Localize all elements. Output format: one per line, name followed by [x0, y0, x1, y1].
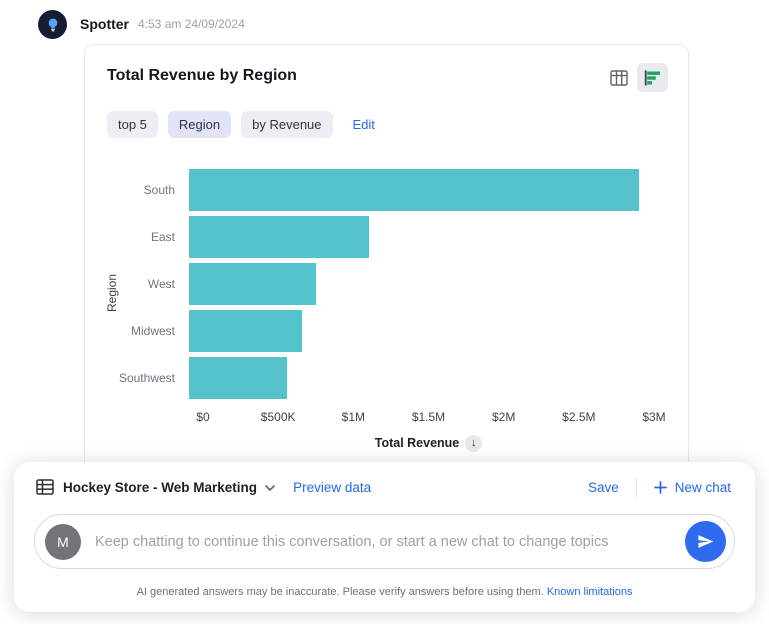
ai-disclaimer: AI generated answers may be inaccurate. …	[14, 586, 755, 598]
chevron-down-icon[interactable]	[265, 485, 275, 491]
panel-toolbar: Hockey Store - Web Marketing Preview dat…	[14, 462, 755, 497]
x-axis-label: Total Revenue ↓	[203, 435, 654, 452]
x-axis-ticks: $0$500K$1M$1.5M$2M$2.5M$3M	[203, 410, 654, 425]
chart-view-button[interactable]	[637, 63, 668, 92]
table-view-icon	[610, 70, 628, 86]
chart-row: Midwest	[107, 307, 654, 354]
app-name: Spotter	[80, 16, 129, 32]
toolbar-divider	[636, 477, 637, 497]
x-axis-title: Total Revenue	[375, 436, 460, 450]
bar-west[interactable]	[189, 263, 316, 305]
send-icon	[697, 533, 714, 550]
edit-query-link[interactable]: Edit	[353, 117, 375, 132]
bar-track	[189, 216, 654, 258]
x-tick: $1M	[342, 410, 365, 424]
card-title: Total Revenue by Region	[107, 67, 297, 85]
bar-track	[189, 357, 654, 399]
bar-southwest[interactable]	[189, 357, 287, 399]
user-avatar: M	[45, 524, 81, 560]
datasource-table-icon	[36, 479, 54, 495]
category-label: West	[107, 277, 189, 291]
x-tick: $2.5M	[562, 410, 595, 424]
known-limitations-link[interactable]: Known limitations	[547, 586, 633, 598]
x-tick: $1.5M	[412, 410, 445, 424]
category-label: Midwest	[107, 324, 189, 338]
chart-row: Southwest	[107, 354, 654, 401]
bar-track	[189, 169, 654, 211]
lightbulb-icon	[45, 17, 61, 33]
preview-data-link[interactable]: Preview data	[293, 480, 371, 495]
x-tick: $500K	[261, 410, 296, 424]
bar-track	[189, 310, 654, 352]
x-tick: $3M	[642, 410, 665, 424]
bar-chart: Region South East West Midwest Southwest $0 $…	[107, 167, 654, 452]
new-chat-label: New chat	[675, 480, 731, 495]
chart-row: West	[107, 261, 654, 308]
sort-descending-icon[interactable]: ↓	[465, 435, 482, 452]
category-label: Southwest	[107, 371, 189, 385]
bar-east[interactable]	[189, 216, 369, 258]
x-tick: $2M	[492, 410, 515, 424]
x-tick: $0	[196, 410, 209, 424]
datasource-name[interactable]: Hockey Store - Web Marketing	[63, 480, 257, 495]
chip-region[interactable]: Region	[168, 111, 231, 138]
spotter-page: Spotter 4:53 am 24/09/2024 Total Revenue…	[0, 0, 769, 624]
chip-by-revenue[interactable]: by Revenue	[241, 111, 332, 138]
send-button[interactable]	[685, 521, 726, 562]
chat-input-container: M	[34, 514, 735, 569]
message-timestamp: 4:53 am 24/09/2024	[138, 17, 245, 31]
chips-list: top 5 Region by Revenue	[107, 111, 333, 138]
bar-midwest[interactable]	[189, 310, 302, 352]
spotter-avatar	[38, 10, 67, 39]
chart-rows: South East West Midwest Southwest	[107, 167, 654, 401]
chat-input[interactable]	[95, 534, 685, 550]
chat-panel: Hockey Store - Web Marketing Preview dat…	[14, 462, 755, 612]
chart-row: South	[107, 167, 654, 214]
disclaimer-text: AI generated answers may be inaccurate. …	[137, 586, 544, 598]
bar-track	[189, 263, 654, 305]
table-view-button[interactable]	[603, 63, 634, 92]
category-label: East	[107, 230, 189, 244]
bar-chart-icon	[644, 70, 662, 86]
new-chat-button[interactable]: New chat	[654, 480, 731, 495]
save-button[interactable]: Save	[588, 480, 619, 495]
query-token-row: top 5 Region by Revenue Edit	[107, 111, 375, 138]
view-toggle	[603, 63, 668, 92]
answer-card: Total Revenue by Region	[84, 44, 689, 476]
plus-icon	[654, 481, 667, 494]
y-axis-label: Region	[105, 274, 119, 312]
bar-south[interactable]	[189, 169, 639, 211]
chip-top-5[interactable]: top 5	[107, 111, 158, 138]
category-label: South	[107, 183, 189, 197]
chart-row: East	[107, 214, 654, 261]
